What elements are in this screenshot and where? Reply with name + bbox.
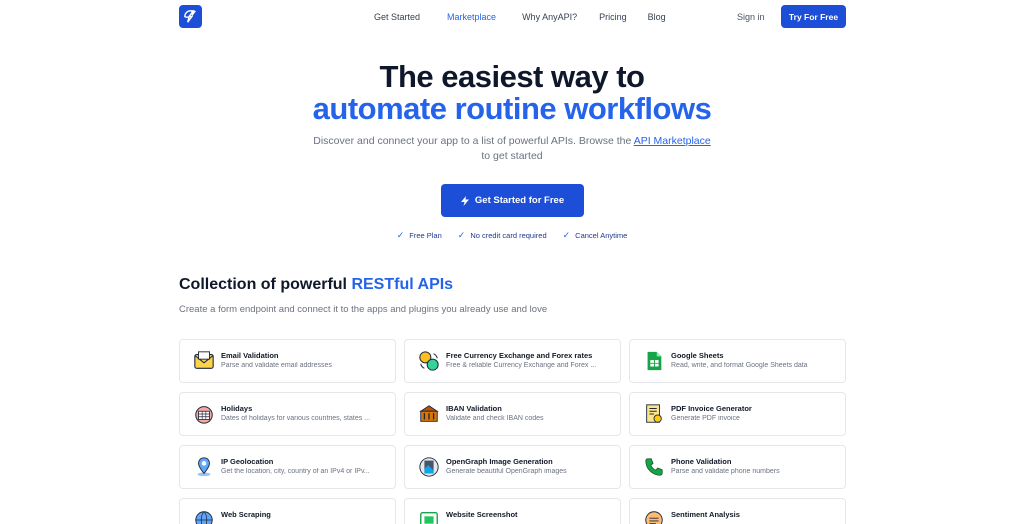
check-icon: ✓: [562, 230, 571, 240]
api-title: Sentiment Analysis: [671, 510, 740, 519]
api-desc: Free & reliable Currency Exchange and Fo…: [446, 362, 597, 369]
collection-title-text: Collection of powerful: [179, 276, 352, 293]
bank-icon: [419, 405, 439, 422]
bolt-logo-icon: [184, 10, 197, 23]
check-icon: ✓: [396, 230, 405, 240]
api-title: Free Currency Exchange and Forex rates: [446, 351, 593, 360]
api-card-phone-validation[interactable]: Phone Validation Parse and validate phon…: [629, 445, 846, 489]
perk-item: ✓ Free Plan: [397, 230, 442, 241]
api-title: PDF Invoice Generator: [671, 404, 752, 413]
anyapi-logo[interactable]: [179, 5, 202, 28]
nav-pricing[interactable]: Pricing: [599, 12, 627, 22]
collection-title: Collection of powerful RESTful APIs: [179, 276, 453, 294]
envelope-icon: [194, 351, 214, 369]
sentiment-icon: [645, 511, 663, 524]
hero-title-line2: automate routine workflows: [312, 91, 712, 126]
api-card-ip-geolocation[interactable]: IP Geolocation Get the location, city, c…: [179, 445, 396, 489]
top-nav: Get Started Marketplace Why AnyAPI? Pric…: [0, 0, 1024, 34]
cta-label: Get Started for Free: [474, 195, 565, 206]
api-desc: Parse and validate phone numbers: [671, 468, 780, 475]
api-card-email-validation[interactable]: Email Validation Parse and validate emai…: [179, 339, 396, 383]
nav-marketplace[interactable]: Marketplace: [447, 12, 496, 22]
nav-why-anyapi[interactable]: Why AnyAPI?: [522, 12, 577, 22]
api-desc: Parse and validate email addresses: [221, 362, 332, 369]
api-title: Website Screenshot: [446, 510, 518, 519]
globe-icon: [195, 511, 213, 524]
api-card-holidays[interactable]: Holidays Dates of holidays for various c…: [179, 392, 396, 436]
perk-label: No credit card required: [470, 231, 547, 240]
api-card-opengraph[interactable]: OpenGraph Image Generation Generate beau…: [404, 445, 621, 489]
try-for-free-button[interactable]: Try For Free: [781, 5, 846, 28]
api-desc: Generate beautiful OpenGraph images: [446, 468, 567, 475]
api-title: OpenGraph Image Generation: [446, 457, 553, 466]
hero-sub-text: Discover and connect your app to a list …: [313, 135, 634, 147]
perks-list: ✓ Free Plan ✓ No credit card required ✓ Can…: [0, 230, 1024, 241]
sign-in-link[interactable]: Sign in: [737, 12, 765, 22]
api-card-pdf-invoice[interactable]: PDF Invoice Generator Generate PDF invoi…: [629, 392, 846, 436]
api-desc: Validate and check IBAN codes: [446, 415, 544, 422]
image-icon: [419, 457, 439, 477]
hero-sub-text-2: to get started: [481, 150, 543, 162]
calendar-icon: [195, 406, 213, 424]
api-title: Phone Validation: [671, 457, 732, 466]
collection-subtitle: Create a form endpoint and connect it to…: [179, 304, 548, 315]
api-desc: Generate PDF invoice: [671, 415, 740, 422]
hero-title-line1: The easiest way to: [379, 59, 645, 94]
nav-get-started[interactable]: Get Started: [374, 12, 420, 22]
api-card-website-screenshot[interactable]: Website Screenshot: [404, 498, 621, 524]
get-started-free-button[interactable]: Get Started for Free: [441, 184, 584, 217]
collection-title-highlight: RESTful APIs: [351, 276, 454, 293]
api-title: IP Geolocation: [221, 457, 274, 466]
spreadsheet-icon: [647, 351, 662, 371]
api-card-sentiment-analysis[interactable]: Sentiment Analysis: [629, 498, 846, 524]
api-card-google-sheets[interactable]: Google Sheets Read, write, and format Go…: [629, 339, 846, 383]
currency-exchange-icon: [419, 351, 439, 371]
api-desc: Read, write, and format Google Sheets da…: [671, 362, 808, 369]
api-card-iban-validation[interactable]: IBAN Validation Validate and check IBAN …: [404, 392, 621, 436]
api-desc: Dates of holidays for various countries,…: [221, 415, 371, 422]
bolt-icon: [460, 195, 469, 206]
invoice-icon: [646, 404, 662, 423]
api-title: IBAN Validation: [446, 404, 502, 413]
nav-blog[interactable]: Blog: [648, 12, 666, 22]
perk-label: Free Plan: [409, 231, 442, 240]
phone-icon: [645, 458, 663, 476]
map-pin-icon: [197, 457, 211, 477]
api-card-currency-exchange[interactable]: Free Currency Exchange and Forex rates F…: [404, 339, 621, 383]
screenshot-icon: [420, 511, 438, 524]
perk-label: Cancel Anytime: [575, 231, 628, 240]
check-icon: ✓: [457, 230, 466, 240]
api-card-web-scraping[interactable]: Web Scraping: [179, 498, 396, 524]
api-title: Web Scraping: [221, 510, 271, 519]
perk-item: ✓ Cancel Anytime: [563, 230, 628, 241]
perk-item: ✓ No credit card required: [458, 230, 547, 241]
api-title: Google Sheets: [671, 351, 724, 360]
api-desc: Get the location, city, country of an IP…: [221, 468, 370, 475]
api-title: Email Validation: [221, 351, 279, 360]
api-title: Holidays: [221, 404, 253, 413]
hero-subtitle: Discover and connect your app to a list …: [0, 134, 1024, 164]
nav-links: Get Started Marketplace Why AnyAPI? Pric…: [374, 12, 666, 22]
api-marketplace-link[interactable]: API Marketplace: [634, 135, 711, 147]
